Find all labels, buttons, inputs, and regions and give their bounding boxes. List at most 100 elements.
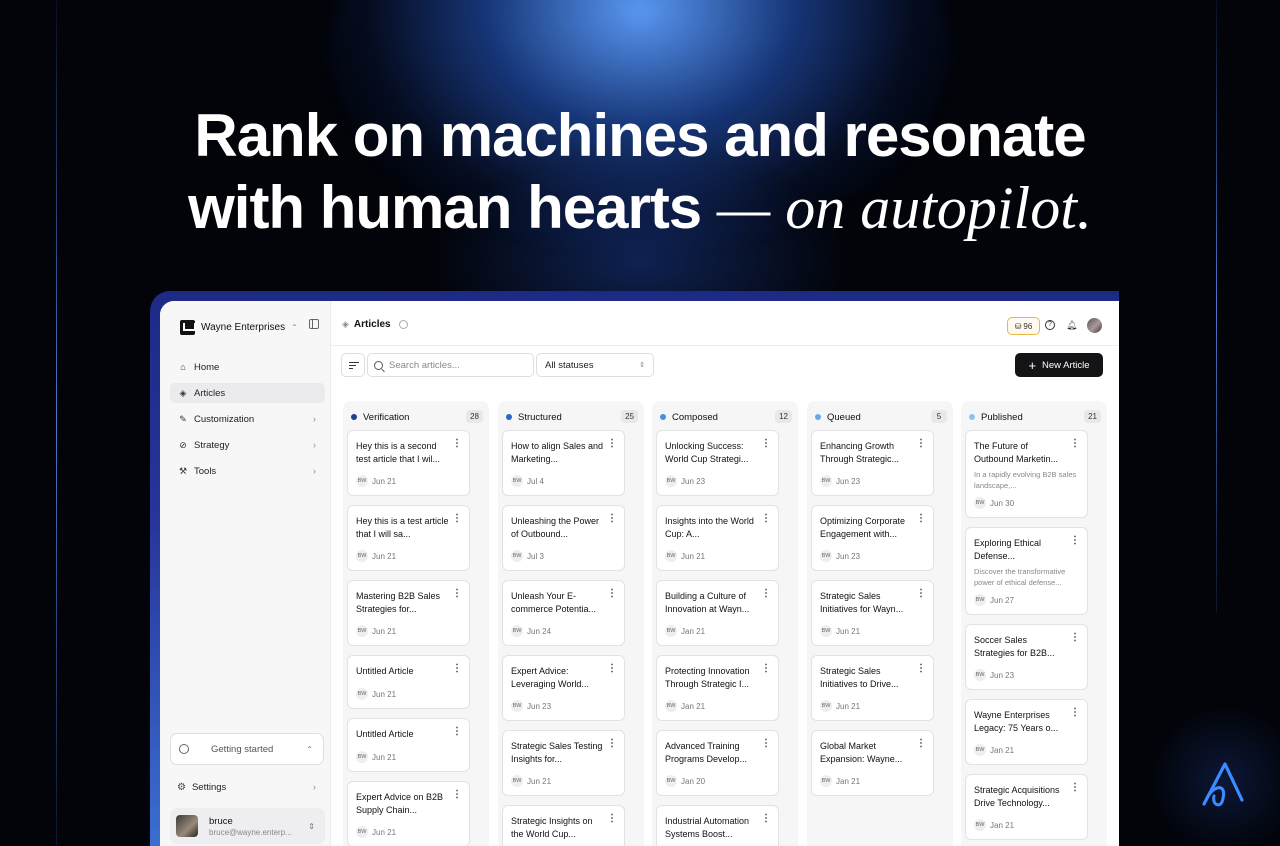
author-avatar: BW: [356, 688, 368, 700]
sidebar-toggle-icon[interactable]: [309, 319, 319, 329]
article-card[interactable]: Advanced Training Programs Develop... ⋮ BW…: [656, 730, 779, 796]
column-title: Published: [981, 411, 1023, 423]
filter-button[interactable]: [341, 353, 365, 377]
article-card[interactable]: Soccer Sales Strategies for B2B... ⋮ BW Jun…: [965, 624, 1088, 690]
article-card[interactable]: Unleash Your E-commerce Potentia... ⋮ BW Ju…: [502, 580, 625, 646]
filter-icon: [349, 362, 359, 364]
search-input[interactable]: Search articles...: [367, 353, 534, 377]
more-options-icon[interactable]: ⋮: [761, 664, 771, 674]
sidebar-item-settings[interactable]: ⚙ Settings ›: [170, 778, 325, 796]
more-options-icon[interactable]: ⋮: [452, 589, 462, 599]
article-card[interactable]: Strategic Sales Initiatives for Wayn... ⋮…: [811, 580, 934, 646]
article-card[interactable]: Untitled Article ⋮ BW Jun 21: [347, 655, 470, 709]
more-options-icon[interactable]: ⋮: [1070, 536, 1080, 546]
more-options-icon[interactable]: ⋮: [607, 439, 617, 449]
article-date: Jun 30: [990, 498, 1015, 508]
credits-count: 96: [1023, 321, 1033, 331]
breadcrumb: ◈ Articles: [342, 319, 408, 330]
article-date: Jun 21: [836, 626, 861, 636]
more-options-icon[interactable]: ⋮: [761, 439, 771, 449]
article-card[interactable]: Expert Advice: Leveraging World... ⋮ BW Jun…: [502, 655, 625, 721]
article-card[interactable]: Optimizing Corporate Engagement with... ⋮…: [811, 505, 934, 571]
article-meta: BW Jan 21: [974, 819, 1014, 831]
more-options-icon[interactable]: ⋮: [761, 814, 771, 824]
article-meta: BW Jun 21: [511, 775, 551, 787]
bell-icon[interactable]: 🔔︎: [1066, 320, 1077, 330]
article-card[interactable]: Enhancing Growth Through Strategic... ⋮ BW…: [811, 430, 934, 496]
more-options-icon[interactable]: ⋮: [761, 739, 771, 749]
more-options-icon[interactable]: ⋮: [607, 814, 617, 824]
author-avatar: BW: [820, 775, 832, 787]
more-options-icon[interactable]: ⋮: [452, 790, 462, 800]
sidebar-item-label: Articles: [194, 387, 226, 399]
article-meta: BW Jun 21: [356, 826, 396, 838]
more-options-icon[interactable]: ⋮: [1070, 439, 1080, 449]
more-options-icon[interactable]: ⋮: [452, 664, 462, 674]
getting-started-button[interactable]: Getting started ⌃: [170, 733, 324, 765]
brush-icon: ✎: [179, 413, 187, 424]
status-dot: [815, 414, 821, 420]
sidebar-item-articles[interactable]: ◈ Articles: [170, 383, 325, 403]
more-options-icon[interactable]: ⋮: [607, 739, 617, 749]
article-card[interactable]: Unleashing the Power of Outbound... ⋮ BW Ju…: [502, 505, 625, 571]
more-options-icon[interactable]: ⋮: [607, 664, 617, 674]
more-options-icon[interactable]: ⋮: [916, 439, 926, 449]
article-card[interactable]: Protecting Innovation Through Strategic …: [656, 655, 779, 721]
sidebar-item-customization[interactable]: ✎ Customization ›: [170, 409, 325, 429]
org-switcher[interactable]: Wayne Enterprises ⌃: [180, 320, 298, 335]
more-options-icon[interactable]: ⋮: [916, 514, 926, 524]
article-card[interactable]: Building a Culture of Innovation at Wayn…: [656, 580, 779, 646]
article-card[interactable]: Strategic Insights on the World Cup...⋮B…: [502, 805, 625, 846]
status-filter-select[interactable]: All statuses ⇕: [536, 353, 654, 377]
more-options-icon[interactable]: ⋮: [1070, 783, 1080, 793]
user-menu[interactable]: bruce bruce@wayne.enterp... ⇕: [170, 808, 325, 844]
article-card[interactable]: Expert Advice on B2B Supply Chain... ⋮ BW J…: [347, 781, 470, 846]
article-card[interactable]: Industrial Automation Systems Boost...⋮B…: [656, 805, 779, 846]
article-card[interactable]: Global Market Expansion: Wayne... ⋮ BW Jan …: [811, 730, 934, 796]
more-options-icon[interactable]: ⋮: [916, 589, 926, 599]
article-card[interactable]: Insights into the World Cup: A... ⋮ BW Jun …: [656, 505, 779, 571]
article-title: Wayne Enterprises Legacy: 75 Years o...: [974, 710, 1059, 733]
more-options-icon[interactable]: ⋮: [916, 739, 926, 749]
article-meta: BW Jun 27: [974, 594, 1014, 606]
article-card[interactable]: Mastering B2B Sales Strategies for... ⋮ BW…: [347, 580, 470, 646]
article-date: Jun 24: [527, 626, 552, 636]
more-options-icon[interactable]: ⋮: [916, 664, 926, 674]
more-options-icon[interactable]: ⋮: [1070, 708, 1080, 718]
more-options-icon[interactable]: ⋮: [607, 514, 617, 524]
status-filter-value: All statuses: [545, 359, 594, 371]
credits-badge[interactable]: ⛁ 96: [1007, 317, 1040, 335]
article-card[interactable]: Strategic Sales Initiatives to Drive... ⋮…: [811, 655, 934, 721]
article-card[interactable]: Hey this is a second test article that I…: [347, 430, 470, 496]
more-options-icon[interactable]: ⋮: [761, 589, 771, 599]
help-icon[interactable]: ?: [1045, 320, 1055, 330]
column-header: Published 21: [969, 410, 1101, 424]
new-article-label: New Article: [1042, 359, 1090, 371]
sidebar-item-home[interactable]: ⌂ Home: [170, 357, 325, 377]
article-card[interactable]: Exploring Ethical Defense... ⋮ Discover th…: [965, 527, 1088, 615]
more-options-icon[interactable]: ⋮: [607, 589, 617, 599]
more-options-icon[interactable]: ⋮: [1070, 633, 1080, 643]
article-title: Unleashing the Power of Outbound...: [511, 516, 600, 539]
more-options-icon[interactable]: ⋮: [761, 514, 771, 524]
article-card[interactable]: The Future of Outbound Marketin... ⋮ In a …: [965, 430, 1088, 518]
article-card[interactable]: Wayne Enterprises Legacy: 75 Years o... ⋮…: [965, 699, 1088, 765]
article-title: Protecting Innovation Through Strategic …: [665, 666, 750, 689]
more-options-icon[interactable]: ⋮: [452, 514, 462, 524]
sidebar-item-strategy[interactable]: ⊘ Strategy ›: [170, 435, 325, 455]
sidebar-nav: ⌂ Home ◈ Articles ✎ Customization › ⊘ Strategy › ⚒…: [170, 357, 325, 487]
article-card[interactable]: Strategic Acquisitions Drive Technology.…: [965, 774, 1088, 840]
article-card[interactable]: Untitled Article ⋮ BW Jun 21: [347, 718, 470, 772]
info-icon[interactable]: [398, 320, 408, 329]
avatar[interactable]: [1087, 318, 1102, 333]
chevron-up-down-icon: ⇕: [308, 821, 315, 831]
author-avatar: BW: [974, 819, 986, 831]
article-card[interactable]: Unlocking Success: World Cup Strategi...…: [656, 430, 779, 496]
more-options-icon[interactable]: ⋮: [452, 727, 462, 737]
article-card[interactable]: How to align Sales and Marketing... ⋮ BW Ju…: [502, 430, 625, 496]
more-options-icon[interactable]: ⋮: [452, 439, 462, 449]
article-card[interactable]: Hey this is a test article that I will s…: [347, 505, 470, 571]
article-card[interactable]: Strategic Sales Testing Insights for... ⋮…: [502, 730, 625, 796]
new-article-button[interactable]: + New Article: [1015, 353, 1103, 377]
sidebar-item-tools[interactable]: ⚒ Tools ›: [170, 461, 325, 481]
